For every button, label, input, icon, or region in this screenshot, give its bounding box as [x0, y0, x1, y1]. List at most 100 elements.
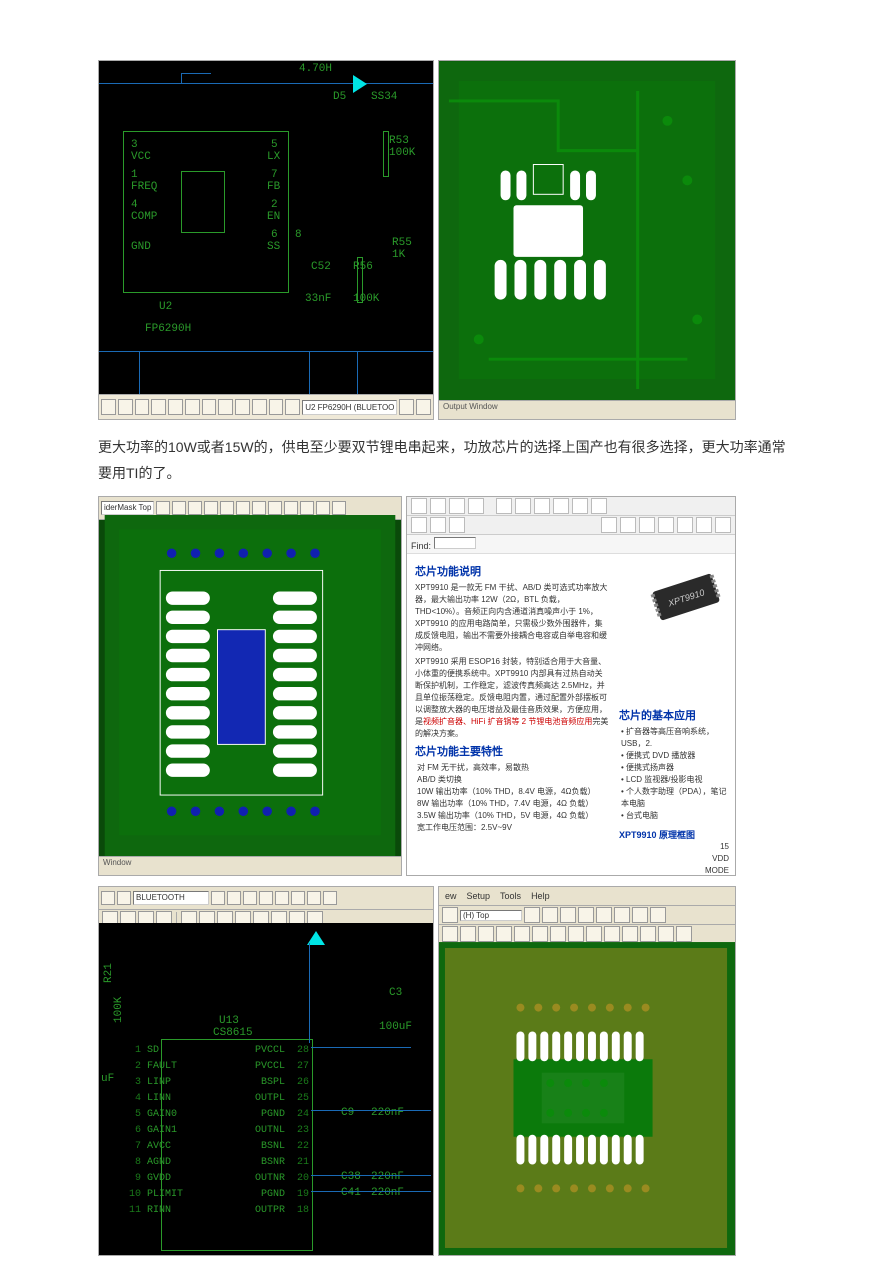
menu-help[interactable]: Help — [531, 891, 550, 901]
toolbar-btn[interactable] — [658, 926, 674, 942]
toolbar-btn[interactable] — [524, 907, 540, 923]
nav-prev-icon[interactable] — [515, 498, 531, 514]
toolbar-btn[interactable] — [269, 399, 284, 415]
nav-first-icon[interactable] — [496, 498, 512, 514]
toolbar-btn[interactable] — [460, 926, 476, 942]
toolbar-btn[interactable] — [202, 399, 217, 415]
toolbar-btn[interactable] — [542, 907, 558, 923]
toolbar-btn[interactable] — [442, 926, 458, 942]
toolbar-btn[interactable] — [168, 399, 183, 415]
toolbar-btn[interactable] — [532, 926, 548, 942]
toolbar-btn[interactable] — [639, 517, 655, 533]
toolbar-btn[interactable] — [411, 517, 427, 533]
pin-comp: COMP — [131, 211, 157, 223]
toolbar-btn[interactable] — [640, 926, 656, 942]
toolbar-btn[interactable] — [614, 907, 630, 923]
toolbar-btn[interactable] — [252, 501, 266, 515]
layer-dropdown[interactable]: (H) Top — [460, 910, 522, 921]
toolbar-btn[interactable] — [449, 517, 465, 533]
toolbar-btn[interactable] — [323, 891, 337, 905]
toolbar-btn[interactable] — [220, 501, 234, 515]
toolbar-btn[interactable] — [188, 501, 202, 515]
pin-ss: SS — [267, 241, 280, 253]
r53-ref: R53 — [389, 135, 409, 147]
sheet-dropdown[interactable]: BLUETOOTH — [133, 891, 209, 905]
toolbar-btn[interactable] — [101, 891, 115, 905]
toolbar-btn[interactable] — [560, 907, 576, 923]
toolbar-btn[interactable] — [601, 517, 617, 533]
toolbar-btn[interactable] — [650, 907, 666, 923]
toolbar-btn[interactable] — [550, 926, 566, 942]
toolbar-btn[interactable] — [236, 501, 250, 515]
toolbar-btn[interactable] — [243, 891, 257, 905]
toolbar-btn[interactable] — [442, 907, 458, 923]
toolbar-btn[interactable] — [604, 926, 620, 942]
cs8615-pcb: ew Setup Tools Help (H) Top — [438, 886, 736, 1256]
toolbar-btn[interactable] — [696, 517, 712, 533]
toolbar-btn[interactable] — [620, 517, 636, 533]
toolbar-btn[interactable] — [622, 926, 638, 942]
toolbar-btn[interactable] — [316, 501, 330, 515]
toolbar-btn[interactable] — [399, 399, 414, 415]
toolbar-btn[interactable] — [300, 501, 314, 515]
toolbar-btn[interactable] — [235, 399, 250, 415]
toolbar-btn[interactable] — [101, 399, 116, 415]
toolbar-btn[interactable] — [478, 926, 494, 942]
pins-left: 1 SD 2 FAULT 3 LINP 4 LINN 5 GAIN0 6 GAI… — [123, 1043, 183, 1219]
toolbar-btn[interactable] — [285, 399, 300, 415]
toolbar-btn[interactable] — [632, 907, 648, 923]
toolbar-btn[interactable] — [572, 498, 588, 514]
toolbar-btn[interactable] — [468, 498, 484, 514]
toolbar-btn[interactable] — [204, 501, 218, 515]
toolbar-btn[interactable] — [252, 399, 267, 415]
toolbar-btn[interactable] — [411, 498, 427, 514]
c9-ref: C9 — [341, 1107, 354, 1119]
toolbar-btn[interactable] — [332, 501, 346, 515]
c3-val: 100uF — [379, 1021, 412, 1033]
toolbar-btn[interactable] — [586, 926, 602, 942]
toolbar-btn[interactable] — [578, 907, 594, 923]
menu-tools[interactable]: Tools — [500, 891, 521, 901]
toolbar-btn[interactable] — [676, 926, 692, 942]
menu-setup[interactable]: Setup — [467, 891, 491, 901]
toolbar-btn[interactable] — [677, 517, 693, 533]
menu-view[interactable]: ew — [445, 891, 457, 901]
toolbar-btn[interactable] — [172, 501, 186, 515]
toolbar-btn[interactable] — [430, 517, 446, 533]
nav-last-icon[interactable] — [553, 498, 569, 514]
toolbar-btn[interactable] — [284, 501, 298, 515]
toolbar-btn[interactable] — [496, 926, 512, 942]
nav-next-icon[interactable] — [534, 498, 550, 514]
c41-ref: C41 — [341, 1187, 361, 1199]
toolbar-btn[interactable] — [291, 891, 305, 905]
toolbar-btn[interactable] — [568, 926, 584, 942]
toolbar-btn[interactable] — [211, 891, 225, 905]
app-item: • LCD 监视器/投影电视 — [621, 774, 729, 786]
toolbar-btn[interactable] — [307, 891, 321, 905]
find-input[interactable] — [434, 537, 476, 549]
toolbar-btn[interactable] — [151, 399, 166, 415]
toolbar-btn[interactable] — [156, 501, 170, 515]
pin-fb: FB — [267, 181, 280, 193]
toolbar-btn[interactable] — [658, 517, 674, 533]
toolbar-btn[interactable] — [259, 891, 273, 905]
toolbar-btn[interactable] — [430, 498, 446, 514]
toolbar-btn[interactable] — [514, 926, 530, 942]
toolbar-btn[interactable] — [218, 399, 233, 415]
toolbar-part-field[interactable]: U2 FP6290H (BLUETOO — [302, 400, 397, 415]
pin-vcc: VCC — [131, 151, 151, 163]
r21-val: 100K — [113, 997, 125, 1023]
toolbar-btn[interactable] — [118, 399, 133, 415]
toolbar-btn[interactable] — [135, 399, 150, 415]
layer-dropdown[interactable]: iderMask Top — [101, 501, 154, 515]
toolbar-btn[interactable] — [268, 501, 282, 515]
toolbar-btn[interactable] — [185, 399, 200, 415]
toolbar-btn[interactable] — [715, 517, 731, 533]
toolbar-btn[interactable] — [227, 891, 241, 905]
toolbar-btn[interactable] — [591, 498, 607, 514]
toolbar-btn[interactable] — [596, 907, 612, 923]
toolbar-btn[interactable] — [275, 891, 289, 905]
toolbar-btn[interactable] — [416, 399, 431, 415]
toolbar-btn[interactable] — [117, 891, 131, 905]
toolbar-btn[interactable] — [449, 498, 465, 514]
